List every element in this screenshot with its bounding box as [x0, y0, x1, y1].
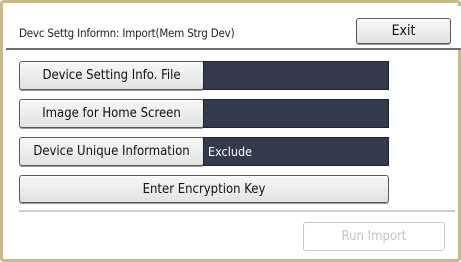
image-for-home-screen-button[interactable]: Image for Home Screen: [19, 99, 204, 128]
section-divider: [19, 210, 455, 213]
image-for-home-screen-field: [203, 99, 389, 128]
device-setting-info-file-button[interactable]: Device Setting Info. File: [19, 61, 204, 90]
device-setting-info-file-field: [203, 61, 389, 90]
device-unique-information-field: Exclude: [203, 137, 389, 166]
device-unique-information-button[interactable]: Device Unique Information: [19, 137, 204, 166]
title-divider: [6, 48, 461, 50]
title-bar: Devc Settg Informn: Import(Mem Strg Dev)…: [6, 6, 461, 48]
page-title: Devc Settg Informn: Import(Mem Strg Dev): [19, 26, 235, 40]
enter-encryption-key-button[interactable]: Enter Encryption Key: [19, 175, 389, 203]
run-import-button[interactable]: Run Import: [303, 222, 445, 251]
dialog-frame: Devc Settg Informn: Import(Mem Strg Dev)…: [0, 0, 461, 262]
exit-button[interactable]: Exit: [356, 18, 451, 44]
